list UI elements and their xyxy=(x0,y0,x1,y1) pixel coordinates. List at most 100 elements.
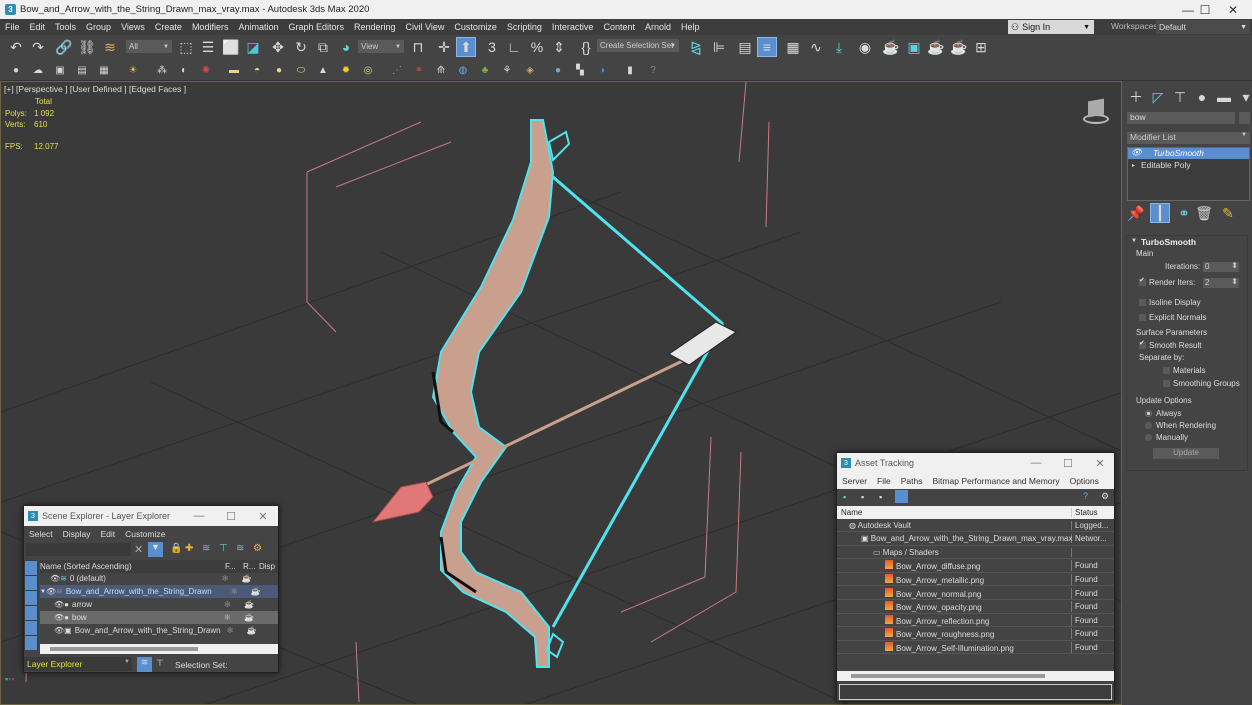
eye-icon[interactable]: 👁 xyxy=(1131,147,1142,158)
menu-help[interactable]: Help xyxy=(676,22,705,32)
menu-file[interactable]: File xyxy=(0,22,25,32)
angle-snap-icon[interactable]: ∟ xyxy=(504,37,524,57)
render-icon[interactable]: ✺ xyxy=(198,62,214,78)
redo-icon[interactable]: ↷ xyxy=(28,37,48,57)
display-tab-icon[interactable]: ▬ xyxy=(1214,87,1234,107)
isoline-display-checkbox[interactable]: Isoline Display xyxy=(1139,298,1201,307)
scatter-icon[interactable]: ⟰ xyxy=(433,62,449,78)
dome-light-icon[interactable]: ◓ xyxy=(249,62,265,78)
horizontal-scrollbar[interactable] xyxy=(837,671,1114,681)
cloud-icon[interactable]: ☁ xyxy=(30,62,46,78)
render-teapot-icon[interactable]: ☕ xyxy=(244,600,254,609)
teapot-icon[interactable]: ● xyxy=(8,62,24,78)
explorer-row[interactable]: 👁 ▣ Bow_and_Arrow_with_the_String_Drawn ✻… xyxy=(40,624,278,637)
menu-bitmap-performance[interactable]: Bitmap Performance and Memory xyxy=(928,476,1065,486)
modifier-list-dropdown[interactable]: Modifier List ▼ xyxy=(1127,132,1250,144)
menu-interactive[interactable]: Interactive xyxy=(547,22,599,32)
hierarchy-icon[interactable]: ⊤ xyxy=(219,543,228,554)
menu-civil-view[interactable]: Civil View xyxy=(401,22,450,32)
update-when-rendering-radio[interactable]: When Rendering xyxy=(1145,421,1216,430)
asset-row[interactable]: ◍ Autodesk Vault Logged... xyxy=(837,519,1114,532)
ribbon-toggle-icon[interactable]: ▦ xyxy=(783,37,803,57)
material-editor-icon[interactable]: ◉ xyxy=(855,37,875,57)
render-iters-spinner[interactable]: 2 xyxy=(1203,277,1239,288)
pivot-point-icon[interactable]: ⊓ xyxy=(408,37,428,57)
explorer-row[interactable]: 👁 ● arrow ✻ ☕ xyxy=(40,598,278,611)
scene-explorer-titlebar[interactable]: 3 Scene Explorer - Layer Explorer — ☐ ✕ xyxy=(24,506,278,526)
proxy-icon[interactable]: ⚭ xyxy=(411,62,427,78)
materials-checkbox[interactable]: Materials xyxy=(1163,366,1205,375)
horizontal-scrollbar[interactable] xyxy=(40,644,278,654)
menu-edit[interactable]: Edit xyxy=(25,22,51,32)
column-name[interactable]: Name xyxy=(837,508,1072,517)
sign-in-dropdown[interactable]: ⚇ Sign In ▼ xyxy=(1008,20,1094,34)
mirror-icon[interactable]: ⧎ xyxy=(686,37,706,57)
sphere-material-icon[interactable]: ● xyxy=(550,62,566,78)
make-unique-icon[interactable]: ⚭ xyxy=(1174,203,1194,223)
menu-graph-editors[interactable]: Graph Editors xyxy=(283,22,349,32)
freeze-icon[interactable]: ✻ xyxy=(231,587,251,596)
update-always-radio[interactable]: Always xyxy=(1145,409,1181,418)
eye-icon[interactable]: 👁 xyxy=(40,574,60,583)
configure-modifier-sets-icon[interactable]: ✎ xyxy=(1218,203,1238,223)
eye-icon[interactable]: 👁 xyxy=(40,600,64,609)
mesh-light-icon[interactable]: ⬭ xyxy=(293,62,309,78)
layer-explorer-toggle-icon[interactable]: ≡ xyxy=(757,37,777,57)
display-geometry-icon[interactable] xyxy=(25,561,37,575)
column-render[interactable]: R... xyxy=(243,562,259,571)
snaps-toggle-icon[interactable]: 3 xyxy=(482,37,502,57)
scale-icon[interactable]: ⧉ xyxy=(313,37,333,57)
keyboard-shortcut-override-icon[interactable]: ⬆ xyxy=(456,37,476,57)
close-button[interactable]: ✕ xyxy=(1085,453,1115,473)
motion-tab-icon[interactable]: ● xyxy=(1192,87,1212,107)
menu-customize[interactable]: Customize xyxy=(120,529,170,539)
create-tab-icon[interactable]: ＋ xyxy=(1126,87,1146,107)
smoothing-groups-checkbox[interactable]: Smoothing Groups xyxy=(1163,379,1240,388)
help-icon[interactable]: ? xyxy=(645,62,661,78)
close-button[interactable]: ✕ xyxy=(248,506,278,526)
minimize-button[interactable]: — xyxy=(184,506,214,526)
render-iters-checkbox[interactable]: Render Iters: xyxy=(1139,276,1195,287)
percent-snap-icon[interactable]: % xyxy=(527,37,547,57)
column-display[interactable]: Disp xyxy=(259,562,275,571)
select-by-name-icon[interactable]: ☰ xyxy=(198,37,218,57)
plant-icon[interactable]: ♣ xyxy=(477,62,493,78)
utilities-tab-icon[interactable]: ▾ xyxy=(1236,87,1252,107)
menu-modifiers[interactable]: Modifiers xyxy=(187,22,234,32)
arrow-model[interactable] xyxy=(371,321,737,523)
asset-row[interactable]: Bow_Arrow_normal.png Found xyxy=(837,587,1114,600)
viewport-label[interactable]: [+] [Perspective ] [User Defined ] [Edge… xyxy=(4,84,186,94)
reference-coordinate-dropdown[interactable]: View ▼ xyxy=(358,40,404,53)
bind-space-warp-icon[interactable]: ≋ xyxy=(100,37,120,57)
eye-icon[interactable]: 👁 xyxy=(46,587,56,596)
display-helpers-icon[interactable] xyxy=(25,621,37,635)
filter-icon[interactable]: ▼ xyxy=(148,542,163,557)
material-grid-icon[interactable]: ▚ xyxy=(572,62,588,78)
asset-row[interactable]: Bow_Arrow_opacity.png Found xyxy=(837,601,1114,614)
asset-row[interactable]: Bow_Arrow_reflection.png Found xyxy=(837,614,1114,628)
asset-row[interactable]: Bow_Arrow_roughness.png Found xyxy=(837,628,1114,641)
update-manually-radio[interactable]: Manually xyxy=(1145,433,1188,442)
explorer-row[interactable]: 👁 ≋ 0 (default) ✻ ☕ xyxy=(40,572,278,585)
layer-settings-icon[interactable]: ⚙ xyxy=(253,543,262,554)
unlink-icon[interactable]: ⛓ xyxy=(77,37,97,57)
menu-animation[interactable]: Animation xyxy=(233,22,283,32)
explorer-row[interactable]: ▼ 👁 ≋ Bow_and_Arrow_with_the_String_Drawn … xyxy=(40,585,278,598)
menu-file[interactable]: File xyxy=(872,476,896,486)
options-icon[interactable]: ⚙ xyxy=(1101,491,1109,502)
menu-paths[interactable]: Paths xyxy=(896,476,928,486)
select-manipulate-icon[interactable]: ✛ xyxy=(434,37,454,57)
smooth-result-checkbox[interactable]: Smooth Result xyxy=(1139,339,1201,350)
maximize-button[interactable]: ☐ xyxy=(216,506,246,526)
menu-scripting[interactable]: Scripting xyxy=(502,22,547,32)
texture-icon[interactable]: ◈ xyxy=(522,62,538,78)
menu-customize[interactable]: Customize xyxy=(449,22,502,32)
move-icon[interactable]: ✥ xyxy=(268,37,288,57)
expand-arrow-icon[interactable]: ▸ xyxy=(1132,162,1135,169)
pin-stack-icon[interactable]: 📌 xyxy=(1126,203,1146,223)
spinner-snap-icon[interactable]: ⇕ xyxy=(549,37,569,57)
select-object-icon[interactable]: ⬚ xyxy=(176,37,196,57)
bow-model[interactable] xyxy=(431,119,725,668)
collapse-arrow-icon[interactable]: ▼ xyxy=(1131,238,1137,244)
asset-row[interactable]: Bow_Arrow_metallic.png Found xyxy=(837,573,1114,587)
